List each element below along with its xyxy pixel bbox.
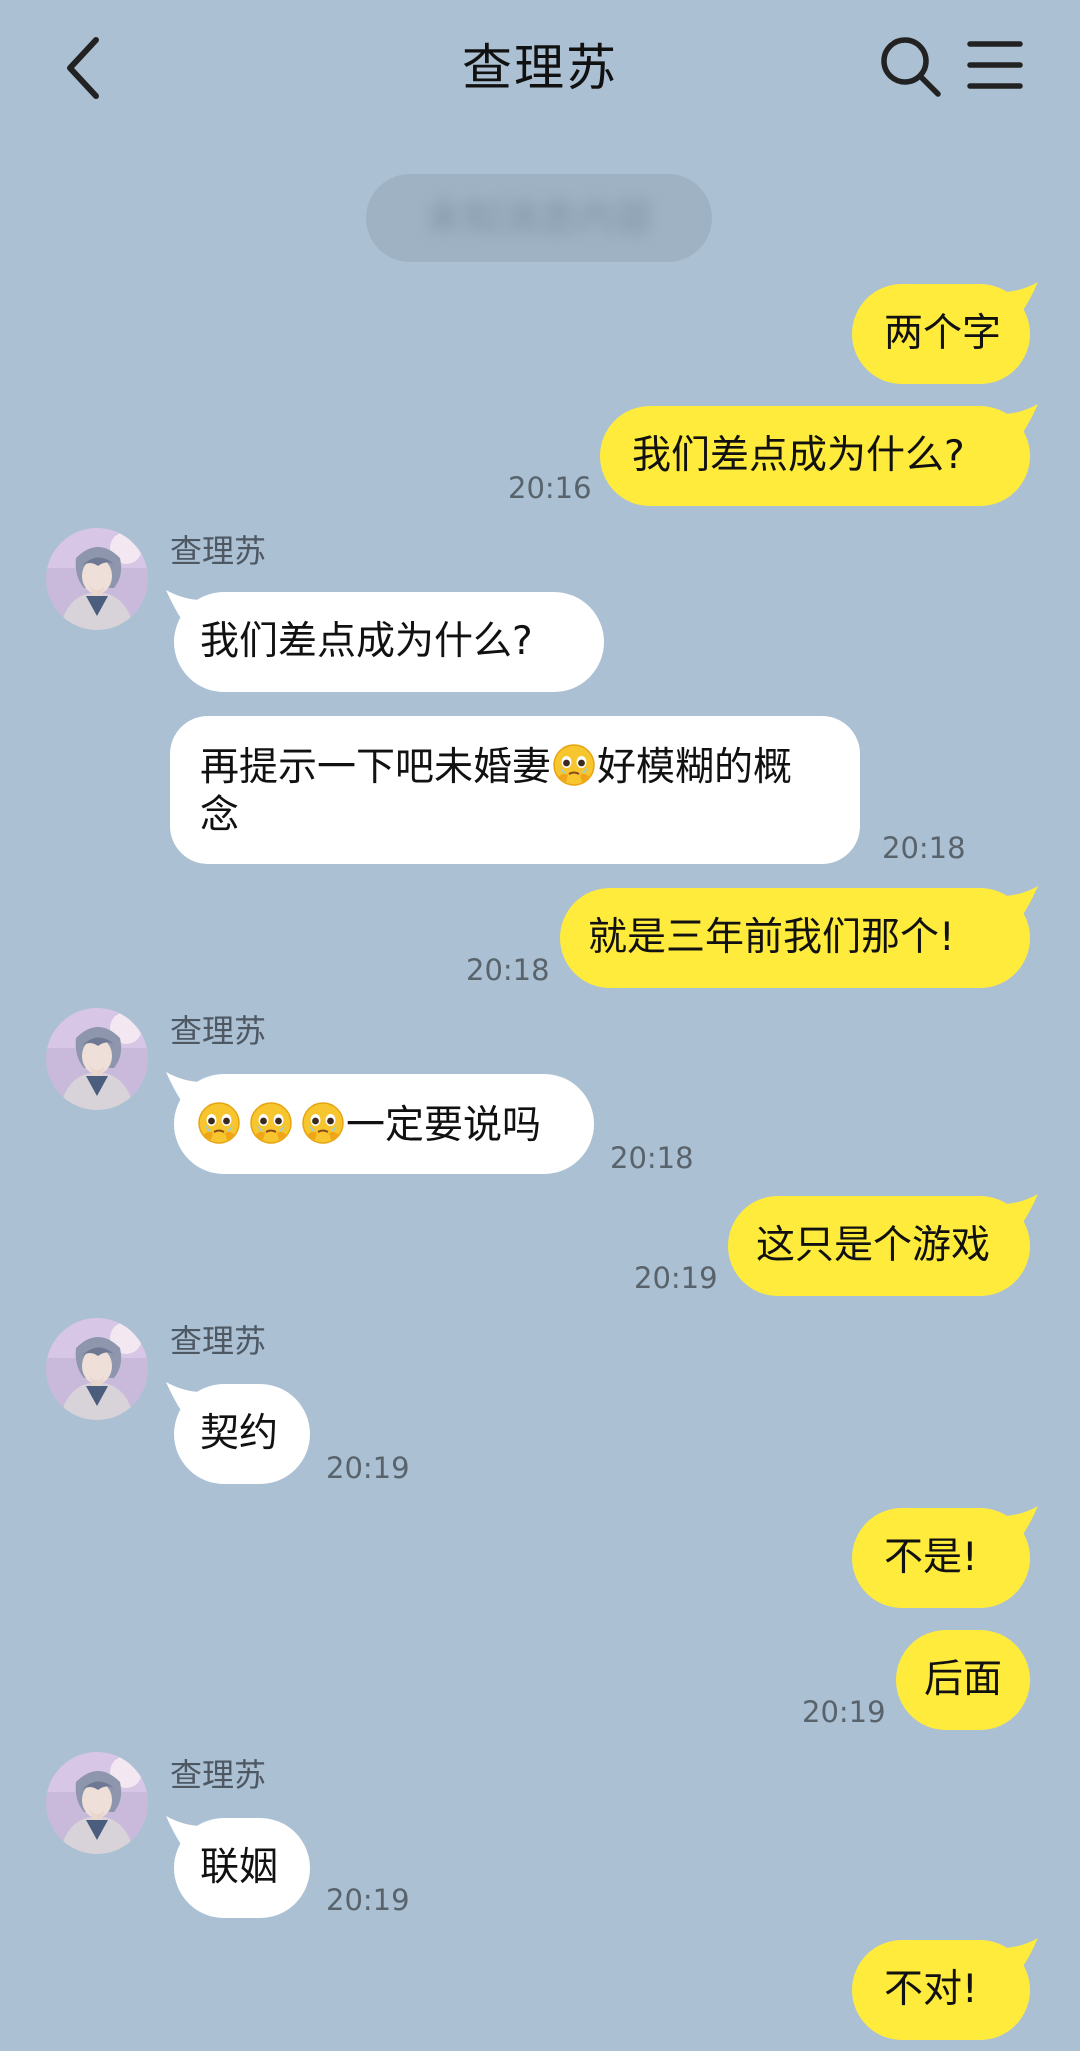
menu-icon bbox=[967, 41, 1023, 89]
message-bubble-outgoing[interactable]: 这只是个游戏 bbox=[728, 1194, 1038, 1296]
search-button[interactable] bbox=[878, 34, 944, 100]
message-text: 一定要说吗 bbox=[346, 1103, 542, 1148]
avatar[interactable] bbox=[46, 528, 148, 630]
pleading-face-icon bbox=[248, 1100, 294, 1146]
message-bubble-outgoing[interactable]: 不对! bbox=[852, 1938, 1038, 2040]
message-timestamp: 20:18 bbox=[466, 953, 550, 987]
message-text: 不对! bbox=[884, 1967, 978, 2012]
bubble-tail bbox=[166, 590, 202, 620]
message-text: 不是! bbox=[884, 1535, 978, 1580]
message-bubble-outgoing[interactable]: 我们差点成为什么? bbox=[600, 404, 1038, 506]
sender-name: 查理苏 bbox=[170, 1756, 267, 1794]
bubble-tail bbox=[1002, 1506, 1038, 1536]
avatar[interactable] bbox=[46, 1752, 148, 1854]
bubble-tail bbox=[1002, 1938, 1038, 1968]
message-bubble-outgoing[interactable]: 就是三年前我们那个! bbox=[560, 886, 1038, 988]
system-notice-text: 未知消息内容 bbox=[424, 196, 653, 240]
message-text: 两个字 bbox=[884, 311, 1002, 356]
message-bubble-incoming[interactable]: 一定要说吗 bbox=[166, 1072, 594, 1174]
message-text: 后面 bbox=[924, 1657, 1003, 1702]
message-bubble-incoming[interactable]: 我们差点成为什么? bbox=[166, 590, 604, 692]
message-text: 就是三年前我们那个! bbox=[588, 915, 955, 960]
message-bubble-outgoing[interactable]: 后面 bbox=[896, 1630, 1030, 1730]
pleading-face-icon bbox=[551, 742, 597, 788]
bubble-tail bbox=[1002, 404, 1038, 434]
bubble-tail bbox=[166, 1816, 202, 1846]
message-bubble-incoming[interactable]: 联姻 bbox=[166, 1816, 310, 1918]
search-icon bbox=[881, 37, 941, 97]
message-text: 我们差点成为什么? bbox=[632, 433, 965, 478]
pleading-face-icon bbox=[196, 1100, 242, 1146]
message-bubble-outgoing[interactable]: 两个字 bbox=[852, 282, 1038, 384]
message-text: 契约 bbox=[200, 1411, 279, 1456]
sender-name: 查理苏 bbox=[170, 1012, 267, 1050]
message-text: 联姻 bbox=[200, 1845, 279, 1890]
bubble-tail bbox=[166, 1072, 202, 1102]
message-bubble-incoming[interactable]: 契约 bbox=[166, 1382, 310, 1484]
message-timestamp: 20:19 bbox=[326, 1451, 410, 1485]
message-text: 我们差点成为什么? bbox=[200, 619, 533, 664]
menu-button[interactable] bbox=[966, 36, 1024, 94]
bubble-tail bbox=[1002, 1194, 1038, 1224]
system-notice: 未知消息内容 bbox=[366, 174, 712, 262]
message-bubble-incoming[interactable]: 再提示一下吧未婚妻 好模糊的概念 bbox=[170, 716, 860, 864]
message-timestamp: 20:19 bbox=[326, 1883, 410, 1917]
bubble-tail bbox=[166, 1382, 202, 1412]
bubble-tail bbox=[1002, 886, 1038, 916]
avatar[interactable] bbox=[46, 1318, 148, 1420]
message-timestamp: 20:18 bbox=[882, 831, 966, 865]
pleading-face-icon bbox=[300, 1100, 346, 1146]
message-bubble-outgoing[interactable]: 不是! bbox=[852, 1506, 1038, 1608]
sender-name: 查理苏 bbox=[170, 532, 267, 570]
bubble-tail bbox=[1002, 282, 1038, 312]
message-timestamp: 20:16 bbox=[508, 471, 592, 505]
message-timestamp: 20:19 bbox=[802, 1695, 886, 1729]
message-timestamp: 20:18 bbox=[610, 1141, 694, 1175]
message-text: 再提示一下吧未婚妻 bbox=[200, 745, 552, 790]
sender-name: 查理苏 bbox=[170, 1322, 267, 1360]
message-text: 这只是个游戏 bbox=[756, 1223, 991, 1268]
top-bar: 查理苏 bbox=[0, 0, 1080, 140]
avatar[interactable] bbox=[46, 1008, 148, 1110]
message-timestamp: 20:19 bbox=[634, 1261, 718, 1295]
